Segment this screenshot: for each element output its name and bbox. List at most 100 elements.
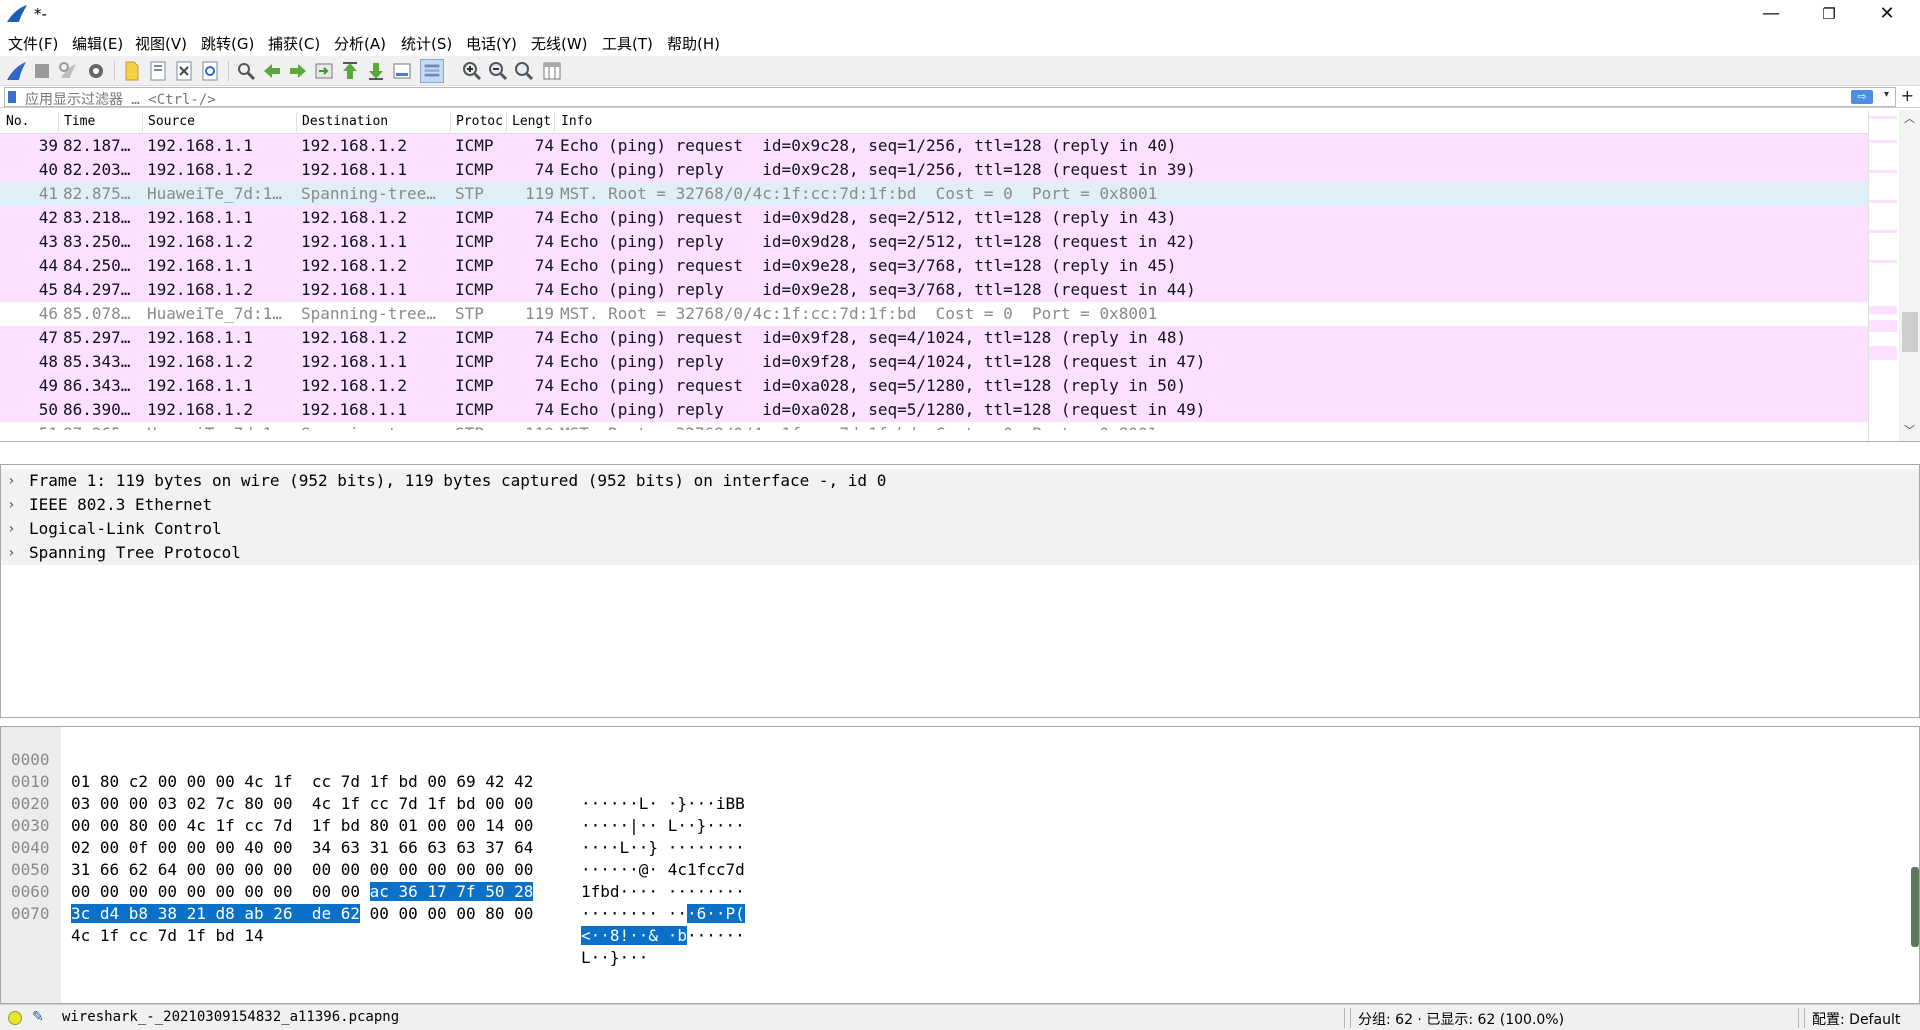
status-profile[interactable]: 配置: Default xyxy=(1812,1009,1900,1029)
column-header-destination[interactable]: Destination xyxy=(302,114,388,129)
menu-capture[interactable]: 捕获(C) xyxy=(268,33,320,54)
packet-list-minimap[interactable] xyxy=(1869,110,1899,432)
expand-chevron-icon[interactable]: › xyxy=(7,541,21,565)
packet-row[interactable]: 50 86.390… 192.168.1.2 192.168.1.1 ICMP … xyxy=(0,398,1868,422)
packet-list-vertical-scrollbar[interactable]: ︿ ﹀ xyxy=(1868,110,1920,441)
go-forward-icon[interactable] xyxy=(286,59,310,83)
add-filter-button[interactable]: + xyxy=(1901,86,1914,105)
expand-chevron-icon[interactable]: › xyxy=(7,493,21,517)
byte-hex[interactable]: 00 00 00 00 00 00 00 00 00 00 ac 36 17 7… xyxy=(71,881,534,903)
column-header-source[interactable]: Source xyxy=(148,114,195,129)
byte-hex[interactable]: 03 00 00 03 02 7c 80 00 4c 1f cc 7d 1f b… xyxy=(71,793,533,815)
column-divider[interactable] xyxy=(142,112,143,132)
save-file-icon[interactable] xyxy=(146,59,170,83)
detail-row-llc[interactable]: › Logical-Link Control xyxy=(1,517,1919,541)
reload-file-icon[interactable] xyxy=(198,59,222,83)
byte-ascii[interactable]: ······@· 4c1fcc7d xyxy=(581,859,745,881)
packet-row[interactable]: 45 84.297… 192.168.1.2 192.168.1.1 ICMP … xyxy=(0,278,1868,302)
normal-size-icon[interactable] xyxy=(512,59,536,83)
column-divider[interactable] xyxy=(296,112,297,132)
find-packet-icon[interactable] xyxy=(234,59,258,83)
expert-info-icon[interactable] xyxy=(8,1011,22,1025)
column-divider[interactable] xyxy=(554,112,555,132)
scroll-down-icon[interactable]: ﹀ xyxy=(1904,422,1915,438)
stop-capture-icon[interactable] xyxy=(30,59,54,83)
menu-statistics[interactable]: 统计(S) xyxy=(401,33,452,54)
go-back-icon[interactable] xyxy=(260,59,284,83)
menu-edit[interactable]: 编辑(E) xyxy=(72,33,123,54)
byte-ascii[interactable]: <··8!··& ·b······ xyxy=(581,925,745,947)
apply-filter-icon[interactable]: ⇨ xyxy=(1851,90,1873,104)
menu-telephony[interactable]: 电话(Y) xyxy=(466,33,517,54)
menu-file[interactable]: 文件(F) xyxy=(8,33,58,54)
menu-view[interactable]: 视图(V) xyxy=(135,33,187,54)
vertical-scroll-track[interactable]: ︿ ﹀ xyxy=(1899,110,1920,441)
packet-row[interactable]: 40 82.203… 192.168.1.2 192.168.1.1 ICMP … xyxy=(0,158,1868,182)
byte-ascii[interactable]: ········ ···6··P( xyxy=(581,903,745,925)
go-first-packet-icon[interactable] xyxy=(338,59,362,83)
column-header-no[interactable]: No. xyxy=(6,114,29,129)
byte-hex[interactable]: 01 80 c2 00 00 00 4c 1f cc 7d 1f bd 00 6… xyxy=(71,771,533,793)
byte-ascii[interactable]: 1fbd···· ········ xyxy=(581,881,745,903)
go-to-packet-icon[interactable] xyxy=(312,59,336,83)
packet-row[interactable]: 42 83.218… 192.168.1.1 192.168.1.2 ICMP … xyxy=(0,206,1868,230)
filter-history-dropdown-icon[interactable]: ▾ xyxy=(1884,89,1889,100)
restart-capture-icon[interactable] xyxy=(56,59,80,83)
zoom-out-icon[interactable] xyxy=(486,59,510,83)
column-header-length[interactable]: Lengt xyxy=(512,114,551,129)
zoom-in-icon[interactable] xyxy=(460,59,484,83)
start-capture-icon[interactable] xyxy=(4,59,28,83)
resize-columns-icon[interactable] xyxy=(540,59,564,83)
packet-row[interactable]: 47 85.297… 192.168.1.1 192.168.1.2 ICMP … xyxy=(0,326,1868,350)
byte-ascii[interactable]: ······L· ·}···iBB xyxy=(581,793,745,815)
menu-wireless[interactable]: 无线(W) xyxy=(531,33,588,54)
bytes-row[interactable]: 0000 01 80 c2 00 00 00 4c 1f cc 7d 1f bd… xyxy=(1,727,745,813)
column-header-time[interactable]: Time xyxy=(64,114,95,129)
scroll-up-icon[interactable]: ︿ xyxy=(1904,110,1915,126)
bytes-row[interactable]: 0020 00 00 80 00 4c 1f cc 7d 1f bd 80 01… xyxy=(1,771,745,857)
bytes-scroll-indicator[interactable] xyxy=(1911,867,1919,947)
minimize-button[interactable]: — xyxy=(1742,0,1800,30)
column-header-info[interactable]: Info xyxy=(561,114,592,129)
close-button[interactable]: ✕ xyxy=(1858,0,1916,30)
byte-ascii[interactable]: ·····|·· L··}···· xyxy=(581,815,745,837)
detail-row-frame[interactable]: › Frame 1: 119 bytes on wire (952 bits),… xyxy=(1,469,1919,493)
packet-row[interactable]: 46 85.078… HuaweiTe_7d:1… Spanning-tree…… xyxy=(0,302,1868,326)
capture-comment-icon[interactable]: ✎ xyxy=(32,1009,44,1025)
expand-chevron-icon[interactable]: › xyxy=(7,517,21,541)
bytes-row[interactable]: 0030 02 00 0f 00 00 00 40 00 34 63 31 66… xyxy=(1,793,745,879)
capture-options-icon[interactable] xyxy=(84,59,108,83)
menu-tools[interactable]: 工具(T) xyxy=(602,33,653,54)
column-divider[interactable] xyxy=(506,112,507,132)
bytes-row[interactable]: 0070 4c 1f cc 7d 1f bd 14 L··}··· xyxy=(1,881,648,967)
auto-scroll-icon[interactable] xyxy=(390,59,414,83)
close-file-icon[interactable] xyxy=(172,59,196,83)
go-last-packet-icon[interactable] xyxy=(364,59,388,83)
byte-hex[interactable]: 4c 1f cc 7d 1f bd 14 xyxy=(71,925,264,947)
filter-bookmark-icon[interactable] xyxy=(8,91,16,103)
vertical-scroll-thumb[interactable] xyxy=(1902,312,1918,352)
colorize-icon[interactable] xyxy=(420,59,444,83)
packet-row[interactable]: 48 85.343… 192.168.1.2 192.168.1.1 ICMP … xyxy=(0,350,1868,374)
column-divider[interactable] xyxy=(450,112,451,132)
menu-go[interactable]: 跳转(G) xyxy=(201,33,254,54)
detail-row-ethernet[interactable]: › IEEE 802.3 Ethernet xyxy=(1,493,1919,517)
packet-row[interactable]: 39 82.187… 192.168.1.1 192.168.1.2 ICMP … xyxy=(0,134,1868,158)
open-file-icon[interactable] xyxy=(120,59,144,83)
packet-row-selected[interactable]: 41 82.875… HuaweiTe_7d:1… Spanning-tree…… xyxy=(0,182,1868,206)
byte-hex[interactable]: 3c d4 b8 38 21 d8 ab 26 de 62 00 00 00 0… xyxy=(71,903,533,925)
packet-row[interactable]: 49 86.343… 192.168.1.1 192.168.1.2 ICMP … xyxy=(0,374,1868,398)
expand-chevron-icon[interactable]: › xyxy=(7,469,21,493)
column-header-protocol[interactable]: Protoc xyxy=(456,114,503,129)
bytes-row[interactable]: 0040 31 66 62 64 00 00 00 00 00 00 00 00… xyxy=(1,815,745,901)
bytes-row[interactable]: 0010 03 00 00 03 02 7c 80 00 4c 1f cc 7d… xyxy=(1,749,745,835)
byte-ascii[interactable]: ····L··} ········ xyxy=(581,837,745,859)
column-divider[interactable] xyxy=(58,112,59,132)
packet-row[interactable]: 44 84.250… 192.168.1.1 192.168.1.2 ICMP … xyxy=(0,254,1868,278)
detail-row-stp[interactable]: › Spanning Tree Protocol xyxy=(1,541,1919,565)
bytes-row[interactable]: 0050 00 00 00 00 00 00 00 00 00 00 ac 36… xyxy=(1,837,745,923)
display-filter-input[interactable]: 应用显示过滤器 … <Ctrl-/> ⇨ ▾ xyxy=(4,87,1896,108)
byte-hex[interactable]: 02 00 0f 00 00 00 40 00 34 63 31 66 63 6… xyxy=(71,837,533,859)
byte-ascii[interactable]: L··}··· xyxy=(581,947,648,969)
packet-row[interactable]: 43 83.250… 192.168.1.2 192.168.1.1 ICMP … xyxy=(0,230,1868,254)
